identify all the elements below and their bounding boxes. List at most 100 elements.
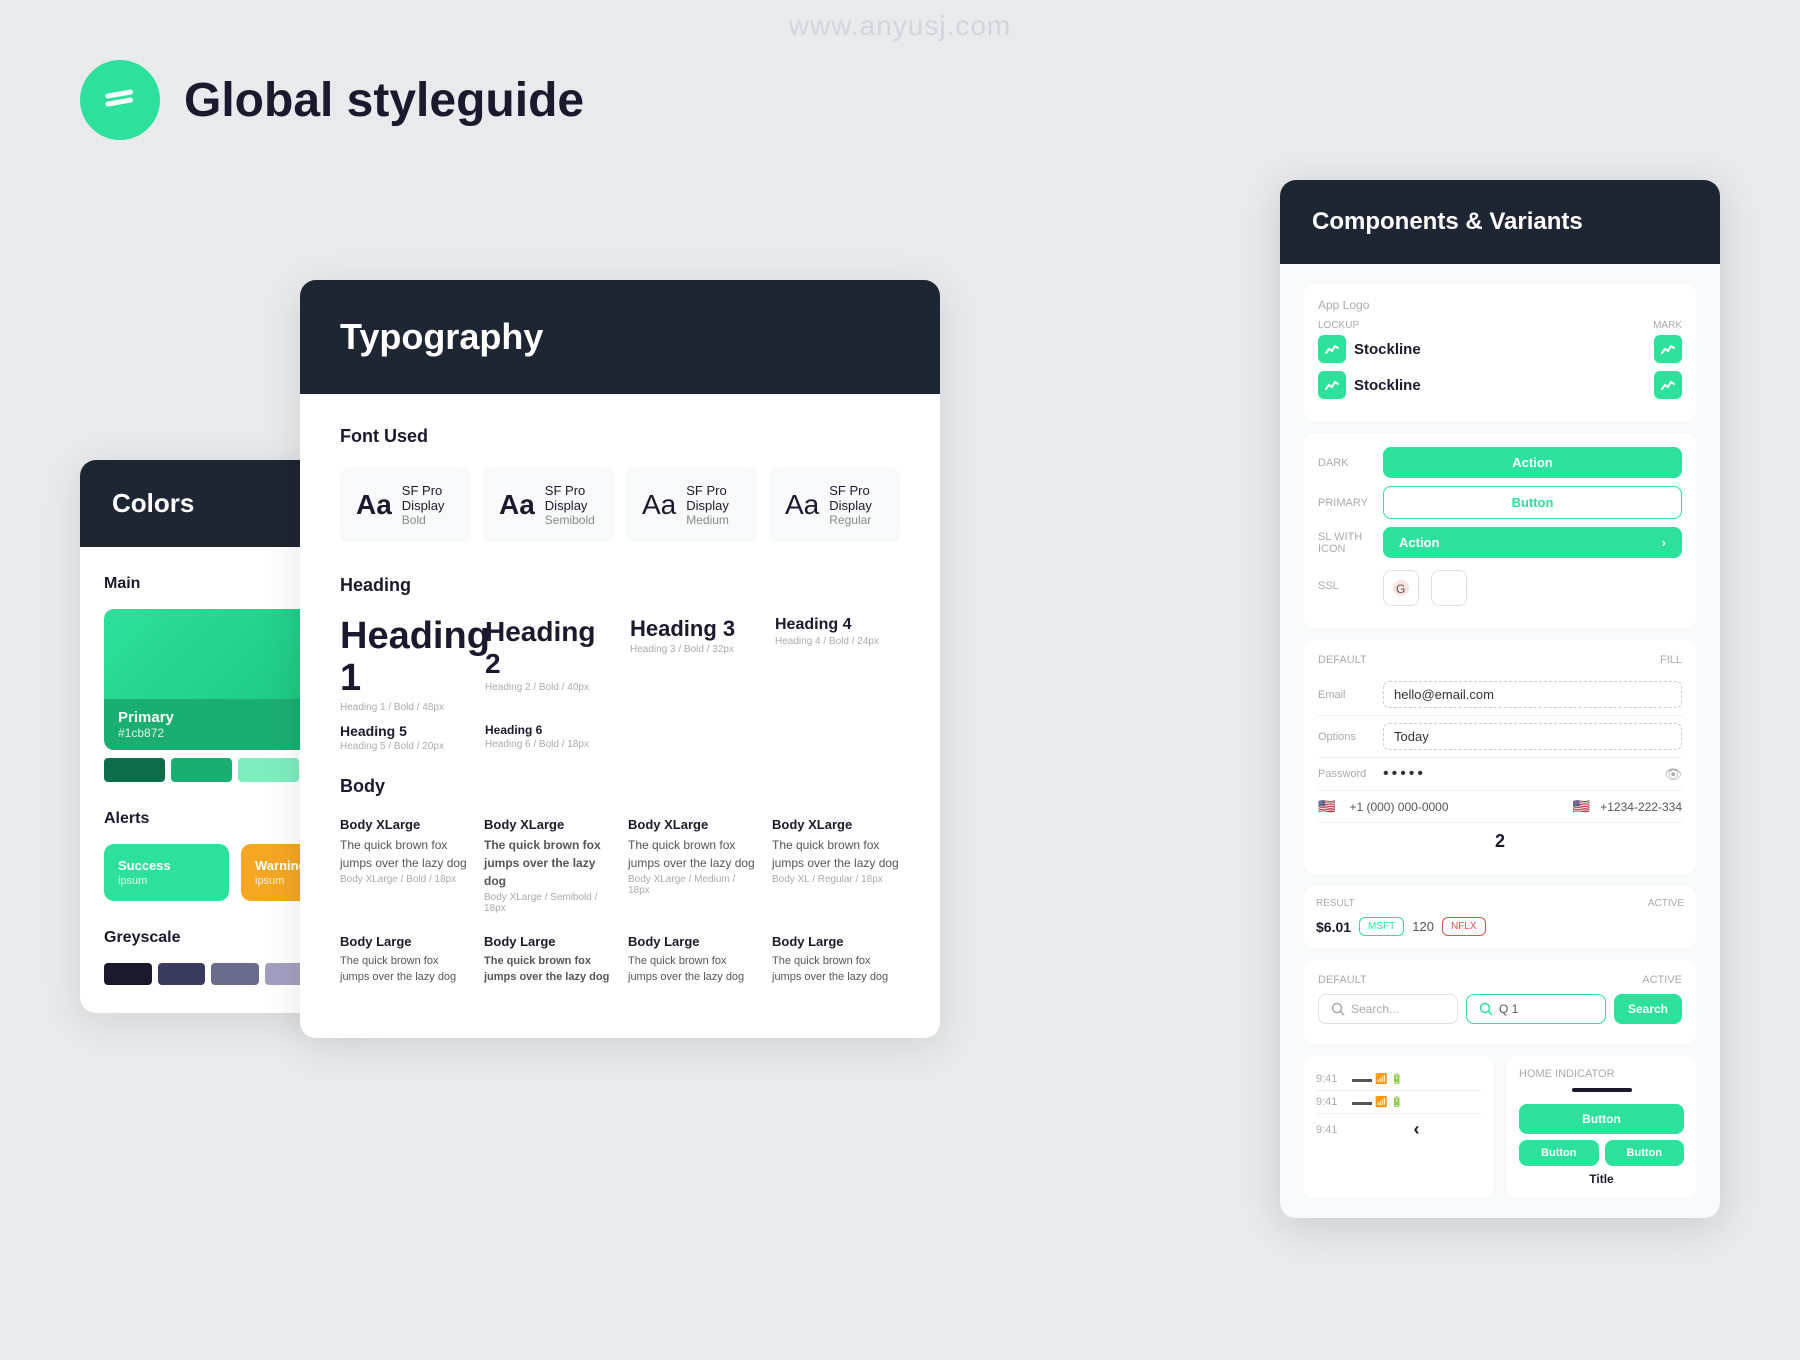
body-xl-regular: Body XLarge The quick brown fox jumps ov… <box>772 817 900 914</box>
h2-sample: Heading 2 <box>485 616 610 680</box>
apple-button[interactable] <box>1431 570 1467 606</box>
components-header: Components & Variants <box>1280 180 1720 264</box>
phone-value-2: +1234-222-334 <box>1600 800 1682 814</box>
search-section: DEFAULT ACTIVE Search... Q 1 Search <box>1304 960 1696 1044</box>
stockline-name-2: Stockline <box>1354 377 1421 394</box>
components-card: Components & Variants App Logo LOCKUP MA… <box>1280 180 1720 1218</box>
search-icon <box>1331 1002 1345 1016</box>
home-title: Title <box>1519 1172 1684 1186</box>
colors-title: Colors <box>112 488 194 518</box>
h5-meta: Heading 5 / Bold / 20px <box>340 741 465 752</box>
heading-2-item: Heading 2 Heading 2 / Bold / 40px <box>485 616 610 713</box>
grey-2 <box>158 963 206 985</box>
font-info-semibold: SF Pro Display Semibold <box>545 483 598 527</box>
heading-5-item: Heading 5 Heading 5 / Bold / 20px <box>340 723 465 752</box>
h1-meta: Heading 1 / Bold / 48px <box>340 702 465 713</box>
success-sub: ipsum <box>118 875 215 887</box>
form-section: DEFAULT FILL Email Options Password ••••… <box>1304 640 1696 874</box>
default-state-label: DEFAULT <box>1318 654 1367 666</box>
app-logo <box>80 60 160 140</box>
back-arrow: ‹ <box>1352 1119 1481 1140</box>
home-indicator-label: HOME INDICATOR <box>1519 1068 1684 1080</box>
heading-pad-2 <box>775 723 900 752</box>
icon-button[interactable]: Action › <box>1383 527 1682 558</box>
search-button[interactable]: Search <box>1614 994 1682 1024</box>
password-label: Password <box>1318 768 1373 780</box>
home-action-button[interactable]: Button <box>1519 1104 1684 1134</box>
body-xl-bold: Body XLarge The quick brown fox jumps ov… <box>340 817 468 914</box>
stock-price: $6.01 <box>1316 919 1351 935</box>
heading-6-item: Heading 6 Heading 6 / Bold / 18px <box>485 723 610 752</box>
body-xl-medium: Body XLarge The quick brown fox jumps ov… <box>628 817 756 914</box>
primary-button[interactable]: Action <box>1383 447 1682 478</box>
stockline-icon-2 <box>1318 371 1346 399</box>
body-lg-semibold: Body Large The quick brown fox jumps ove… <box>484 934 612 986</box>
stockline-row-2: Stockline <box>1318 371 1682 399</box>
font-info-bold: SF Pro Display Bold <box>402 483 455 527</box>
body-lg-bold: Body Large The quick brown fox jumps ove… <box>340 934 468 986</box>
search-input-default[interactable]: Search... <box>1318 994 1458 1024</box>
options-label: Options <box>1318 731 1373 743</box>
heading-row-2: Heading 5 Heading 5 / Bold / 20px Headin… <box>340 723 900 752</box>
home-btns-row: Button Button <box>1519 1140 1684 1166</box>
status-icons-2: ▬▬ 📶 🔋 <box>1352 1097 1403 1108</box>
h6-sample: Heading 6 <box>485 723 610 737</box>
nflx-ticker: NFLX <box>1451 921 1477 932</box>
body-section-label: Body <box>340 776 900 797</box>
h1-sample: Heading 1 <box>340 616 465 700</box>
home-indicator-section: HOME INDICATOR Button Button Button Titl… <box>1507 1056 1696 1198</box>
email-row: Email <box>1318 674 1682 716</box>
email-label: Email <box>1318 689 1373 701</box>
nflx-badge: NFLX <box>1442 917 1486 936</box>
typography-card: Typography Font Used Aa SF Pro Display B… <box>300 280 940 1038</box>
google-button[interactable]: G <box>1383 570 1419 606</box>
status-icons-1: ▬▬ 📶 🔋 <box>1352 1074 1403 1085</box>
app-logo-section: App Logo LOCKUP MARK Stockline <box>1304 284 1696 421</box>
status-row-3: 9:41 ‹ <box>1316 1114 1481 1145</box>
font-aa-bold: Aa <box>356 489 392 521</box>
cards-wrapper: Colors Main Primary #1cb872 Alerts Succe… <box>80 180 1720 1340</box>
msft-ticker: MSFT <box>1368 921 1395 932</box>
phone-row-1: 🇺🇸 +1 (000) 000-0000 🇺🇸 +1234-222-334 <box>1318 791 1682 823</box>
social-buttons: G <box>1383 570 1467 606</box>
h4-meta: Heading 4 / Bold / 24px <box>775 636 900 647</box>
phone-value-1: +1 (000) 000-0000 <box>1349 800 1448 814</box>
options-input[interactable] <box>1383 723 1682 750</box>
font-info-regular: SF Pro Display Regular <box>829 483 884 527</box>
success-label: Success <box>118 858 215 873</box>
font-aa-semibold: Aa <box>499 489 535 521</box>
phone-row-2: 🇺🇸 +1234-222-334 <box>1573 798 1682 815</box>
swatch-mid <box>171 758 232 782</box>
home-btn-left[interactable]: Button <box>1519 1140 1599 1166</box>
lockup-label: LOCKUP <box>1318 320 1359 331</box>
password-row: Password ••••• 👁 <box>1318 758 1682 791</box>
btn-dark-row: DARK Action <box>1318 447 1682 478</box>
home-btn-right[interactable]: Button <box>1605 1140 1685 1166</box>
phone-flag-2: 🇺🇸 <box>1573 798 1590 815</box>
chevron-right-icon: › <box>1662 535 1666 550</box>
components-title: Components & Variants <box>1312 208 1583 235</box>
h3-sample: Heading 3 <box>630 616 755 642</box>
mark-label: MARK <box>1653 320 1682 331</box>
page-title: Global styleguide <box>184 73 584 128</box>
search-value: Q 1 <box>1499 1002 1518 1016</box>
email-input[interactable] <box>1383 681 1682 708</box>
btn-primary-row: PRIMARY Button <box>1318 486 1682 519</box>
h5-sample: Heading 5 <box>340 723 465 739</box>
stock-result-section: RESULT ACTIVE $6.01 MSFT 120 NFLX <box>1304 886 1696 948</box>
time-3: 9:41 <box>1316 1124 1344 1136</box>
stockline-icon-1 <box>1318 335 1346 363</box>
heading-3-item: Heading 3 Heading 3 / Bold / 32px <box>630 616 755 713</box>
btn-ssl-label: SSL <box>1318 580 1373 592</box>
eye-icon: 👁 <box>1664 766 1682 783</box>
search-input-active[interactable]: Q 1 <box>1466 994 1606 1024</box>
h4-sample: Heading 4 <box>775 616 900 634</box>
body-row-1: Body XLarge The quick brown fox jumps ov… <box>340 817 900 914</box>
logo-labels-row: LOCKUP MARK <box>1318 320 1682 331</box>
secondary-button[interactable]: Button <box>1383 486 1682 519</box>
btn-dark-label: DARK <box>1318 457 1373 469</box>
stockline-row-1: Stockline <box>1318 335 1682 363</box>
btn-icon-row: SL WITH ICON Action › <box>1318 527 1682 558</box>
btn-primary-label: PRIMARY <box>1318 497 1373 509</box>
h6-meta: Heading 6 / Bold / 18px <box>485 739 610 750</box>
